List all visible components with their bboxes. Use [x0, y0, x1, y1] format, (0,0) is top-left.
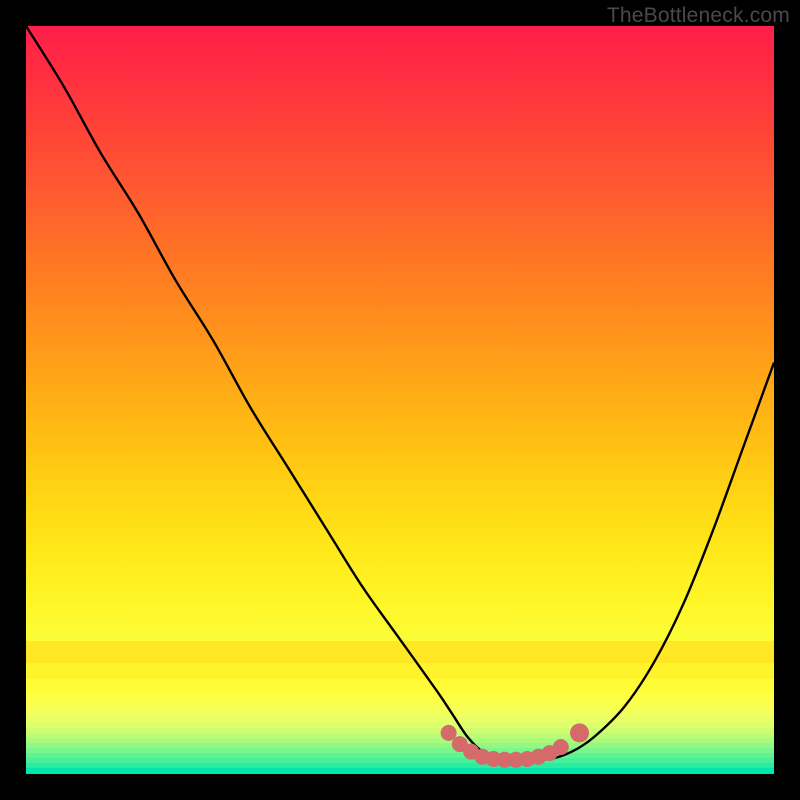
- watermark-text: TheBottleneck.com: [607, 4, 790, 28]
- chart-frame: TheBottleneck.com: [0, 0, 800, 800]
- marker-point: [570, 723, 589, 742]
- bottleneck-curve: [26, 26, 774, 774]
- marker-point: [553, 739, 569, 755]
- plot-area: [26, 26, 774, 774]
